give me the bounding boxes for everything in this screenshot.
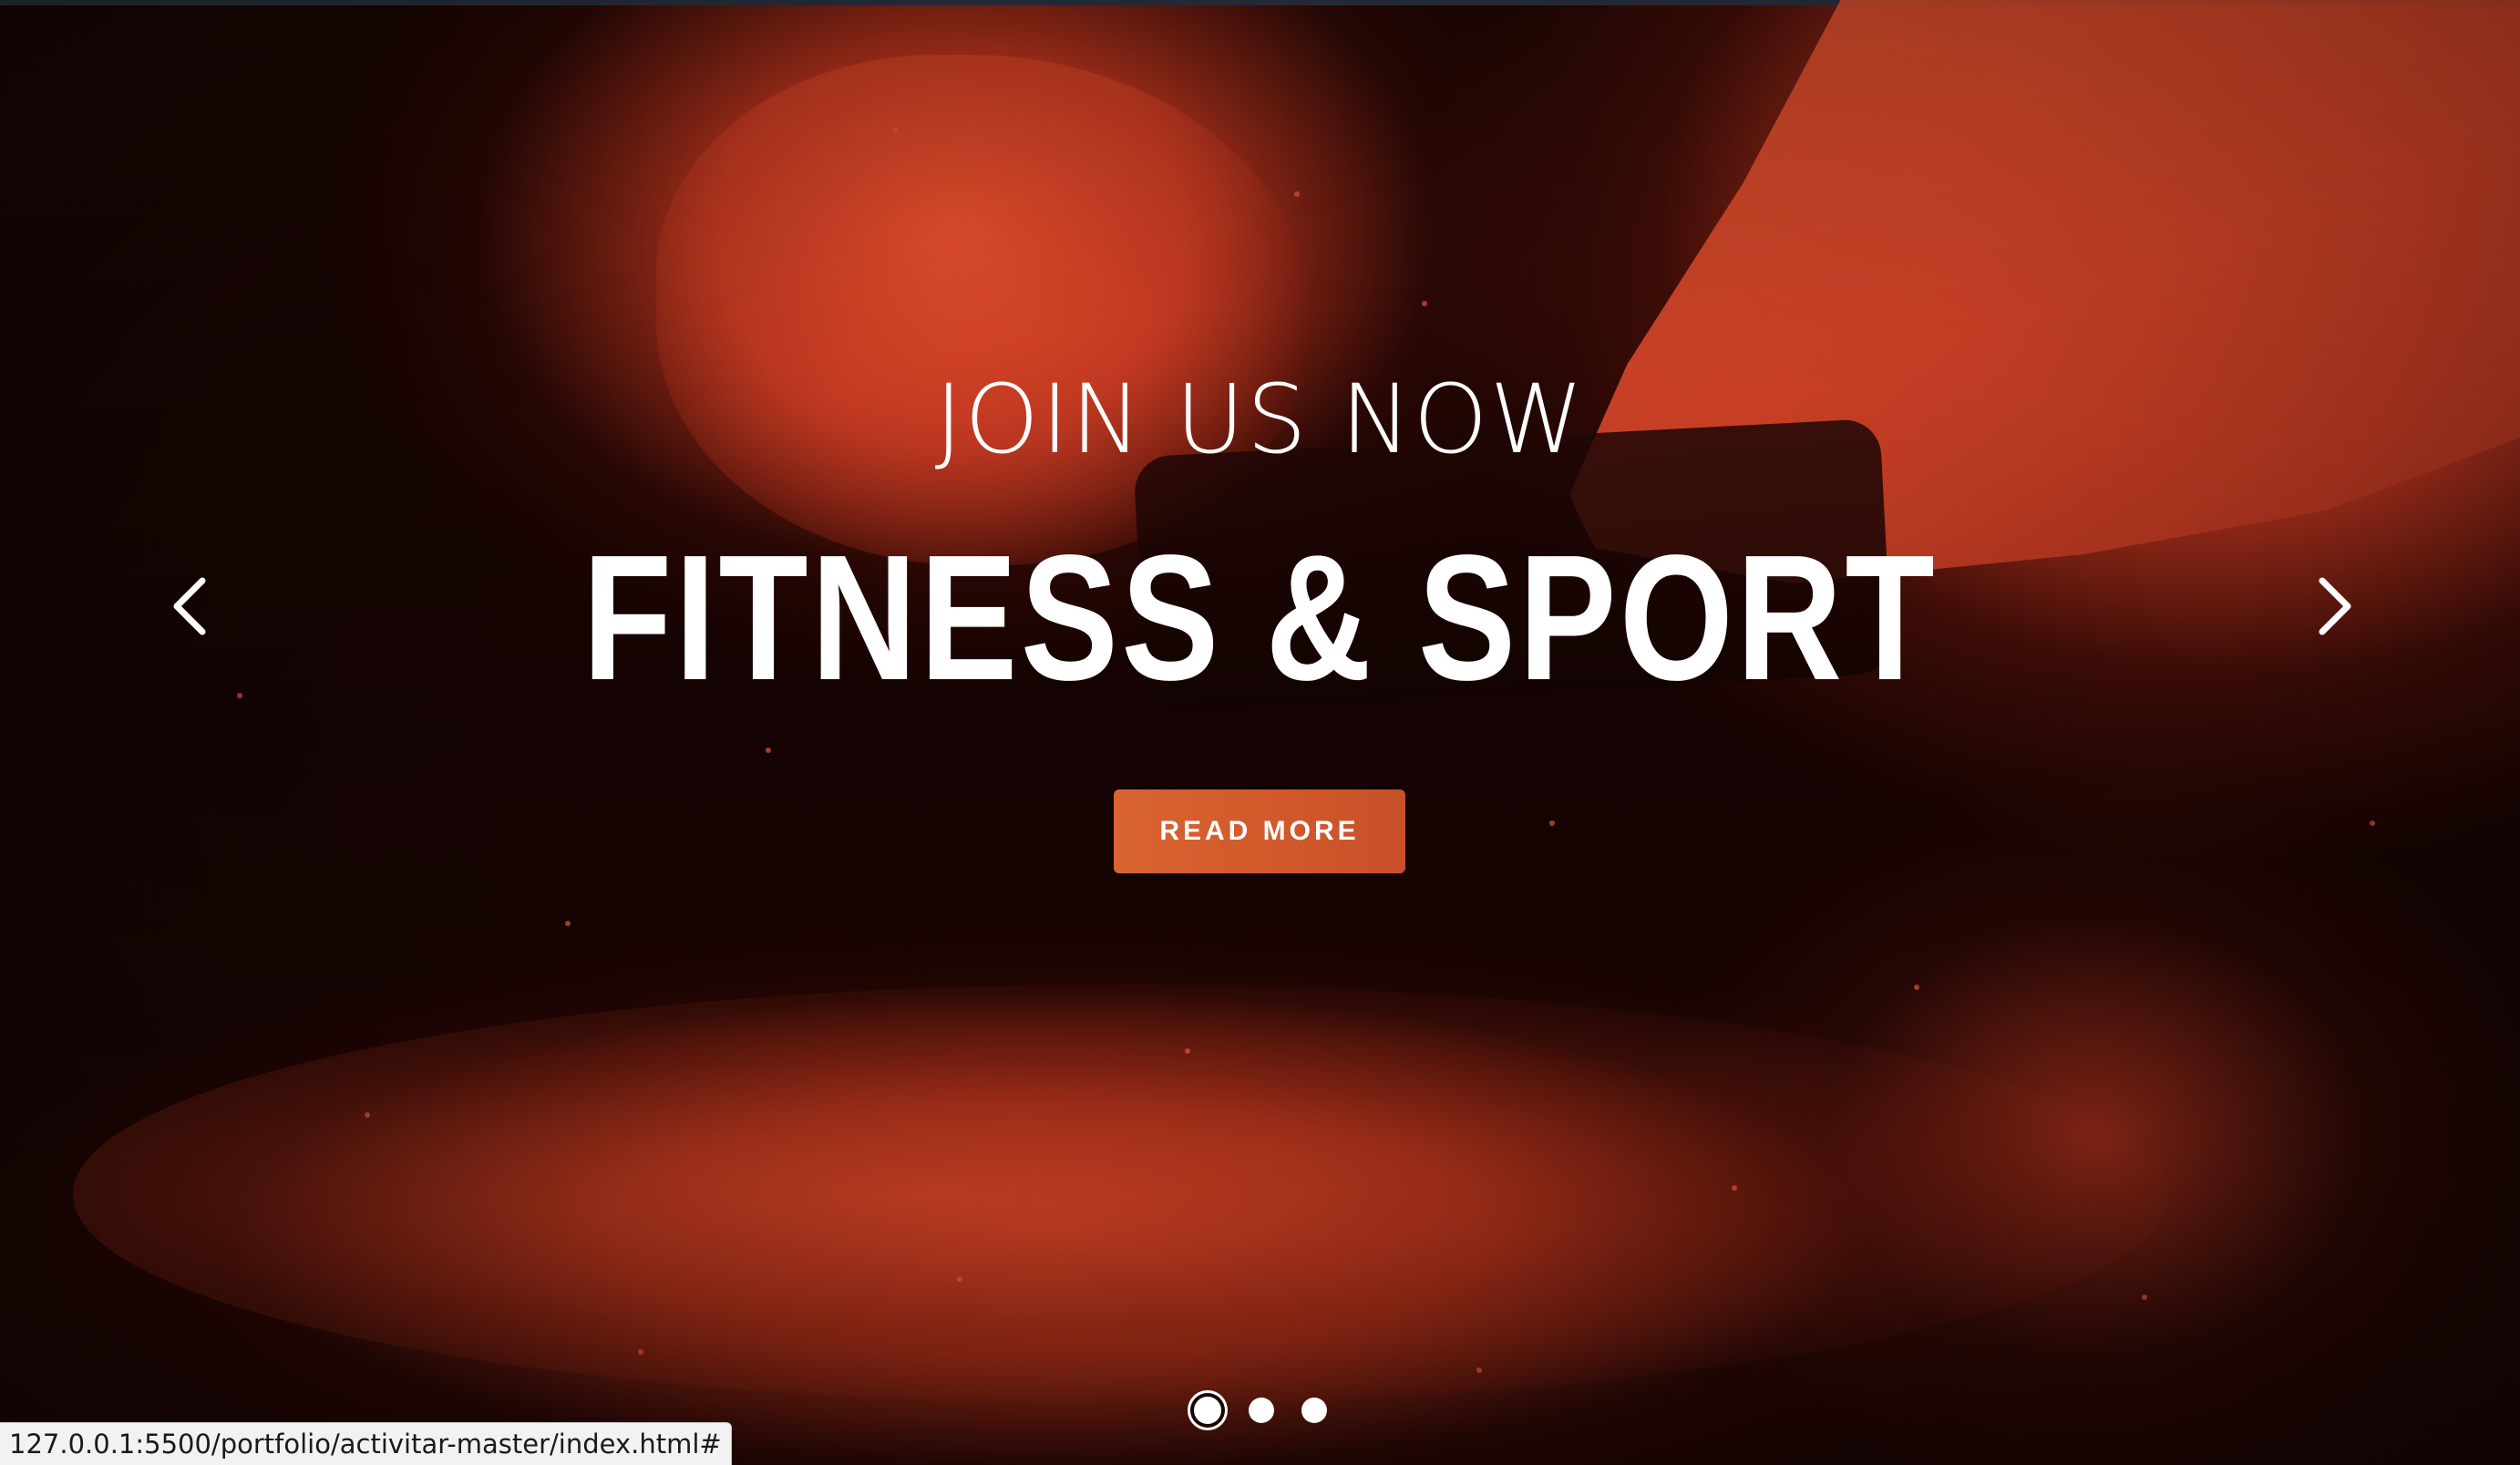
hero-subtitle: JOIN US NOW	[934, 364, 1586, 475]
slider-dot-3[interactable]	[1301, 1398, 1327, 1423]
slider-pagination	[0, 1397, 2520, 1424]
hero-title: FITNESS & SPORT	[582, 518, 1938, 717]
slider-next-button[interactable]	[2299, 570, 2371, 643]
hero-slider: JOIN US NOW FITNESS & SPORT READ MORE 12…	[0, 0, 2520, 1465]
chevron-right-icon	[2319, 577, 2351, 635]
chevron-left-icon	[173, 577, 206, 635]
slider-dot-2[interactable]	[1248, 1398, 1274, 1423]
dark-vignette-overlay	[0, 0, 2520, 1465]
status-bar-url: 127.0.0.1:5500/portfolio/activitar-maste…	[0, 1422, 732, 1465]
read-more-button[interactable]: READ MORE	[1114, 789, 1405, 873]
slider-dot-1[interactable]	[1193, 1397, 1221, 1424]
slider-prev-button[interactable]	[153, 570, 226, 643]
